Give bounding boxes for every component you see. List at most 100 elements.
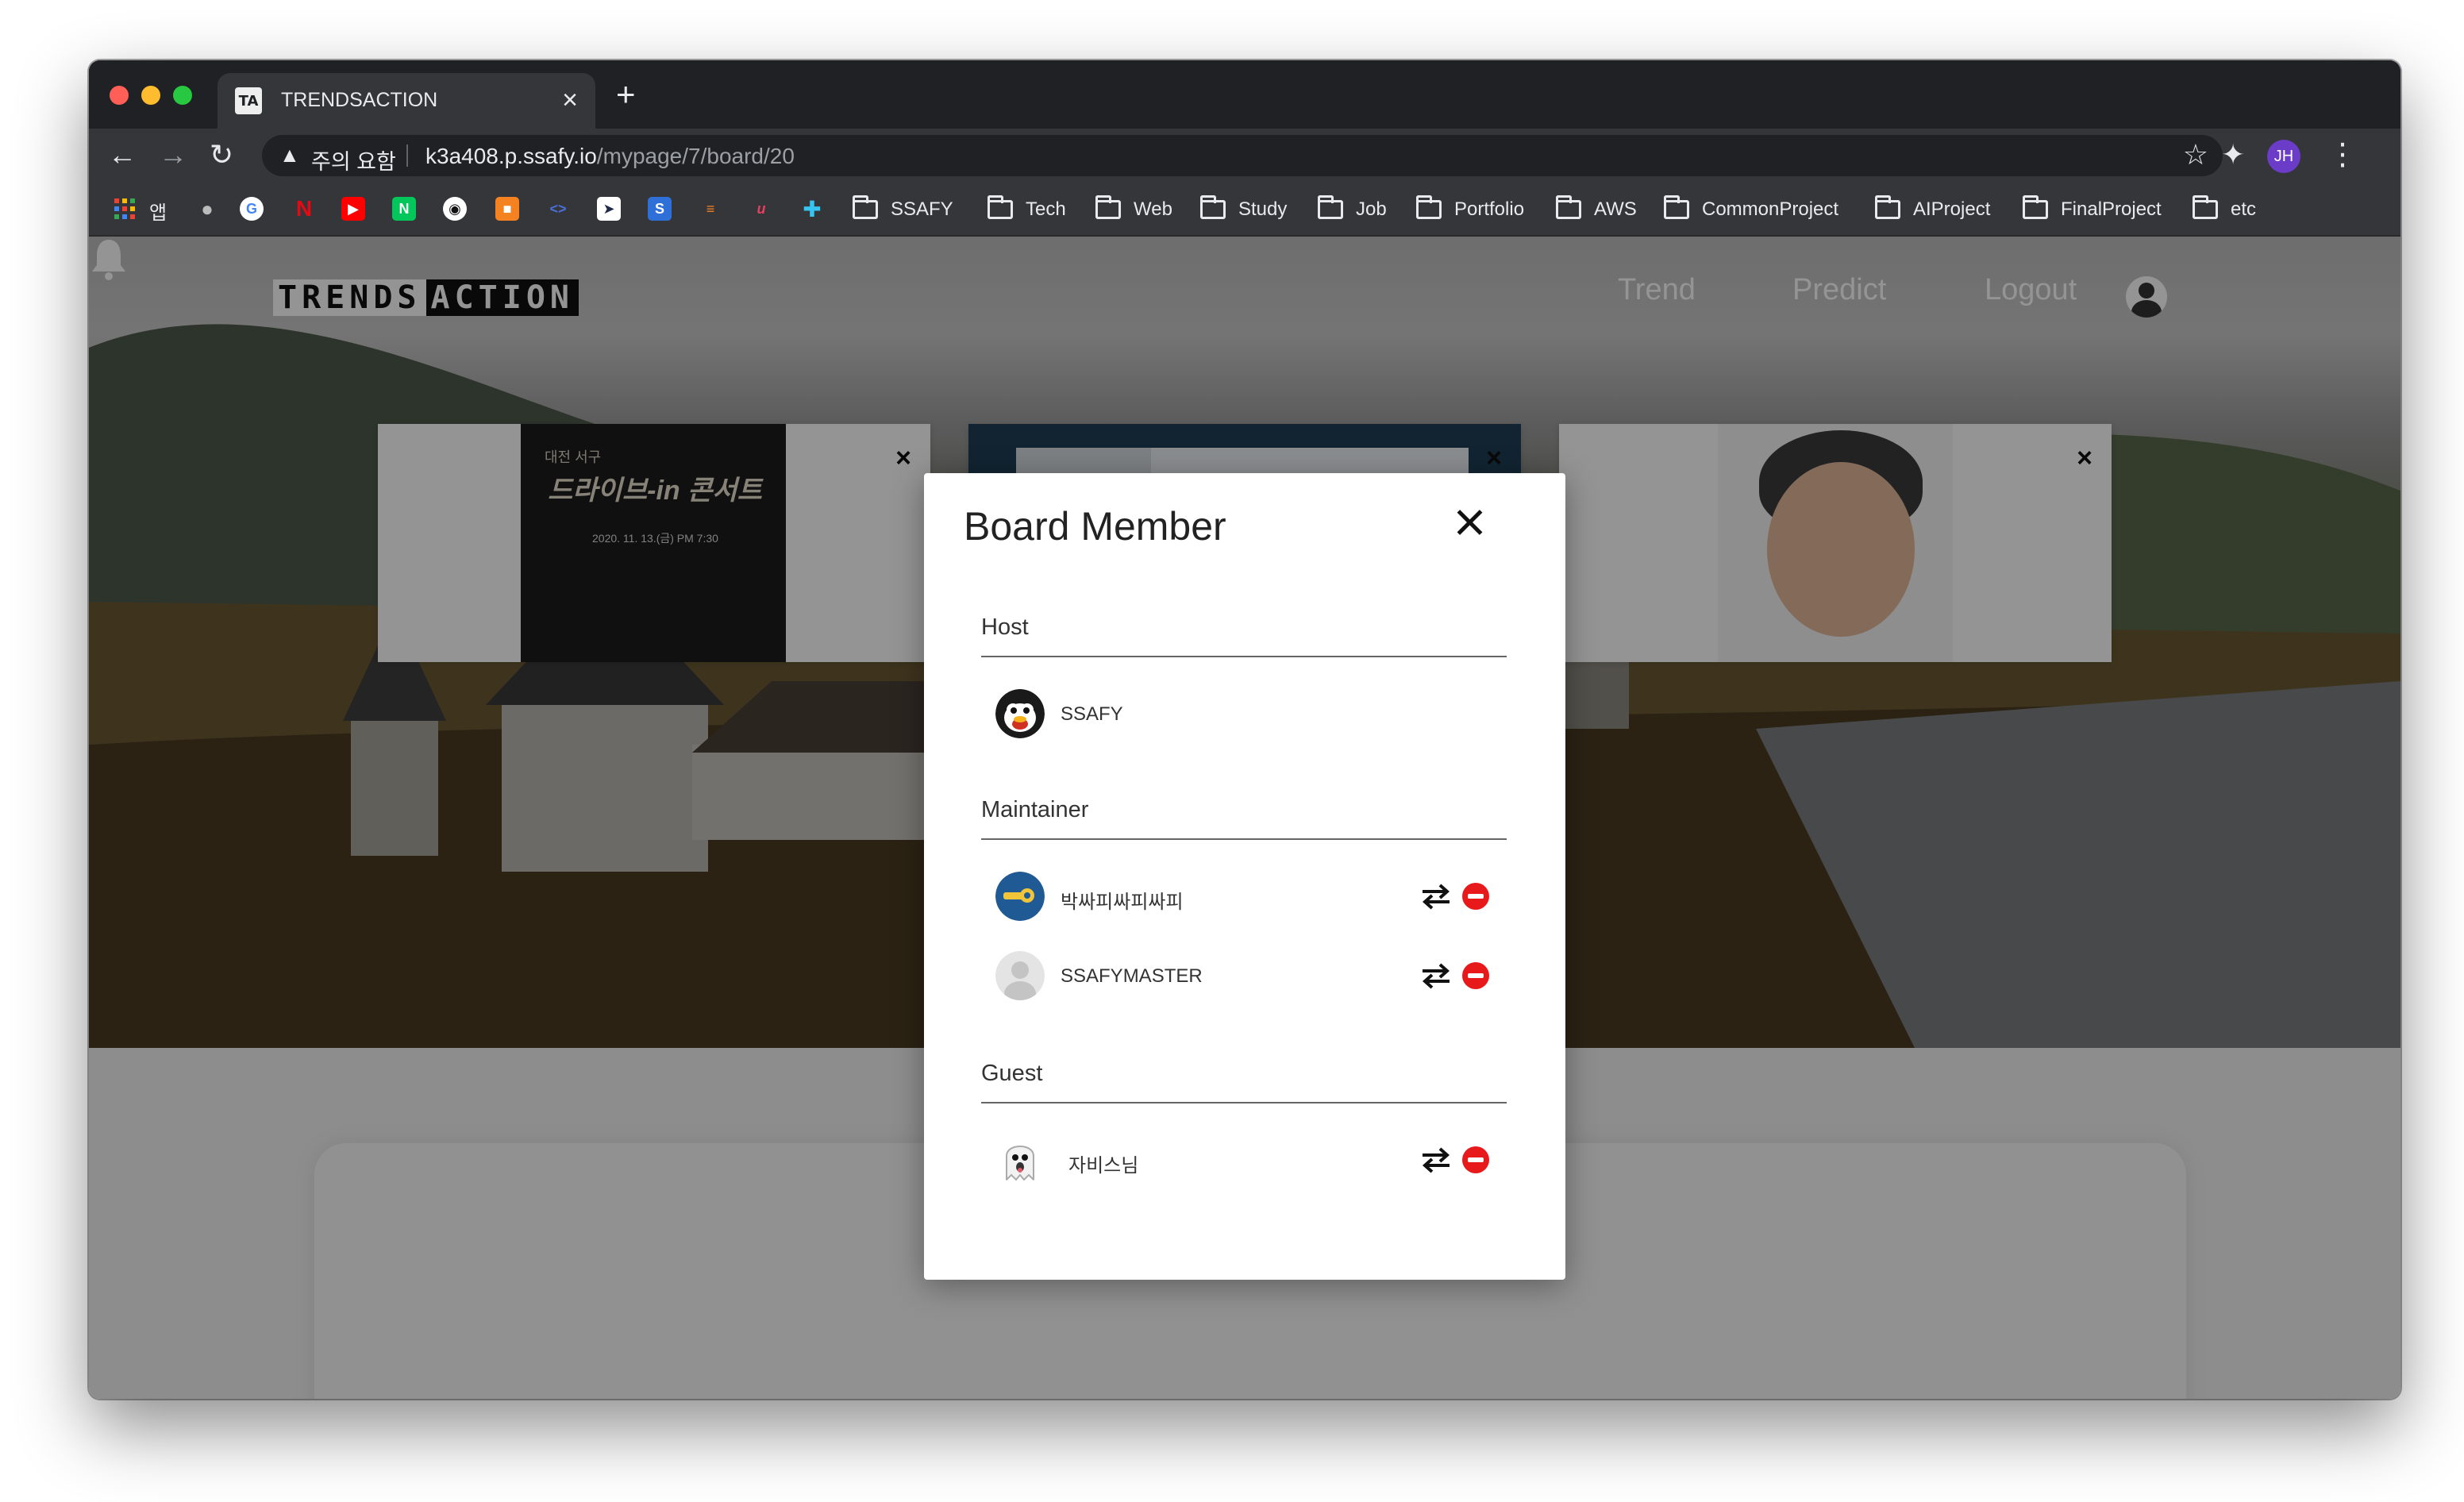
maximize-window-button[interactable] xyxy=(173,86,192,105)
folder-icon xyxy=(988,195,1013,219)
bookmark-folder-label: Web xyxy=(1134,198,1172,220)
tab-favicon-icon: TA xyxy=(235,87,262,114)
google-icon[interactable]: G xyxy=(240,197,264,221)
bookmark-folder-label: Job xyxy=(1356,198,1387,220)
bookmark-folder-label: etc xyxy=(2231,198,2257,220)
warning-triangle-icon[interactable]: ▲ xyxy=(279,143,300,168)
bookmark-folder-aws[interactable]: AWS xyxy=(1556,195,1637,223)
folder-icon xyxy=(1416,195,1442,219)
url-text[interactable]: k3a408.p.ssafy.io/mypage/7/board/20 xyxy=(425,144,795,169)
apps-grid-icon[interactable] xyxy=(113,197,137,221)
plane-icon[interactable]: ➤ xyxy=(597,197,621,221)
reload-icon[interactable]: ↻ xyxy=(210,135,233,175)
naver-icon[interactable]: N xyxy=(392,197,416,221)
bookmark-folder-label: AWS xyxy=(1594,198,1637,220)
member-name: SSAFYMASTER xyxy=(1061,965,1203,987)
youtube-icon[interactable]: ▶ xyxy=(341,197,365,221)
browser-window: TA TRENDSACTION × + ← → ↻ ▲ 주의 요함 k3a408… xyxy=(89,60,2400,1399)
folder-icon xyxy=(1095,195,1121,219)
bookmark-folder-commonproject[interactable]: CommonProject xyxy=(1664,195,1839,223)
bookmark-folder-label: CommonProject xyxy=(1702,198,1839,220)
new-tab-button[interactable]: + xyxy=(616,78,636,111)
bookmark-folder-ssafy[interactable]: SSAFY xyxy=(853,195,953,223)
blue-key-avatar-icon xyxy=(995,872,1045,921)
bookmark-folder-label: FinalProject xyxy=(2061,198,2162,220)
forward-arrow-icon[interactable]: → xyxy=(159,135,187,175)
folder-icon xyxy=(1200,195,1226,219)
security-warning-text[interactable]: 주의 요함 xyxy=(311,144,396,175)
s-app-icon[interactable]: S xyxy=(648,197,672,221)
member-row-host: SSAFY xyxy=(995,689,1507,745)
modal-title: Board Member xyxy=(964,504,1226,549)
swap-role-icon[interactable] xyxy=(1421,883,1451,910)
swap-role-icon[interactable] xyxy=(1421,962,1451,989)
u-app-icon[interactable]: u xyxy=(749,197,773,221)
bookmark-folder-label: Tech xyxy=(1026,198,1066,220)
code-icon[interactable]: <> xyxy=(546,197,570,221)
bookmark-folder-web[interactable]: Web xyxy=(1095,195,1172,223)
folder-icon xyxy=(1318,195,1343,219)
tab-title: TRENDSACTION xyxy=(281,89,438,111)
remove-member-icon[interactable] xyxy=(1462,962,1489,989)
tab-bar: TA TRENDSACTION × + xyxy=(89,60,2400,129)
bookmark-folder-label: Portfolio xyxy=(1454,198,1525,220)
guest-section-title: Guest xyxy=(981,1061,1043,1086)
bookmark-folder-label: AIProject xyxy=(1913,198,1991,220)
address-bar[interactable]: ▲ 주의 요함 k3a408.p.ssafy.io/mypage/7/board… xyxy=(262,135,2223,176)
bookmark-folder-finalproject[interactable]: FinalProject xyxy=(2023,195,2162,223)
apple-icon[interactable]: ● xyxy=(195,197,219,221)
address-separator xyxy=(406,144,408,167)
bookmark-folder-aiproject[interactable]: AIProject xyxy=(1875,195,1991,223)
bookmark-star-icon[interactable]: ☆ xyxy=(2183,138,2208,171)
folder-icon xyxy=(2023,195,2048,219)
profile-avatar[interactable]: JH xyxy=(2267,140,2300,173)
remove-member-icon[interactable] xyxy=(1462,883,1489,910)
bookmark-folder-etc[interactable]: etc xyxy=(2193,195,2257,223)
section-divider xyxy=(981,656,1507,657)
minimize-window-button[interactable] xyxy=(141,86,160,105)
default-user-avatar-icon xyxy=(995,951,1045,1000)
bookmark-folder-label: Study xyxy=(1238,198,1288,220)
board-member-modal: Board Member Host SSAFY Maintainer 박싸피싸피… xyxy=(924,473,1565,1280)
folder-icon xyxy=(1664,195,1689,219)
apps-label[interactable]: 앱 xyxy=(149,197,167,225)
url-path: /mypage/7/board/20 xyxy=(596,144,795,168)
bookmark-folder-label: SSAFY xyxy=(891,198,953,220)
bookmark-folder-tech[interactable]: Tech xyxy=(988,195,1066,223)
close-icon[interactable] xyxy=(1448,502,1492,546)
member-name: 박싸피싸피싸피 xyxy=(1061,892,1184,913)
bookmark-folder-study[interactable]: Study xyxy=(1200,195,1288,223)
browser-menu-icon[interactable]: ⋮ xyxy=(2327,135,2358,175)
bookmark-folder-job[interactable]: Job xyxy=(1318,195,1387,223)
remove-member-icon[interactable] xyxy=(1462,1146,1489,1173)
cube-icon[interactable]: ■ xyxy=(495,197,519,221)
section-divider xyxy=(981,1102,1507,1103)
extensions-puzzle-icon[interactable]: ✦ xyxy=(2221,135,2245,175)
close-window-button[interactable] xyxy=(110,86,129,105)
tab-close-button[interactable]: × xyxy=(562,84,578,116)
swap-role-icon[interactable] xyxy=(1421,1146,1451,1173)
maintainer-section-title: Maintainer xyxy=(981,797,1089,822)
section-divider xyxy=(981,838,1507,840)
member-name: 자비스님 xyxy=(1068,1155,1139,1177)
folder-icon xyxy=(853,195,878,219)
stackoverflow-icon[interactable]: ≡ xyxy=(699,197,722,221)
member-row-maintainer: SSAFYMASTER xyxy=(995,951,1507,1007)
member-row-maintainer: 박싸피싸피싸피 xyxy=(995,872,1507,927)
web-page: TRENDS ACTION Trend Predict Logout 대전 서구… xyxy=(89,237,2400,1399)
folder-icon xyxy=(1875,195,1900,219)
url-host: k3a408.p.ssafy.io xyxy=(425,144,597,168)
slack-icon[interactable]: ✚ xyxy=(800,197,824,221)
penguin-avatar-icon xyxy=(995,689,1045,738)
folder-icon xyxy=(2193,195,2218,219)
ghost-avatar-icon xyxy=(1006,1146,1034,1182)
bookmark-folder-portfolio[interactable]: Portfolio xyxy=(1416,195,1525,223)
host-section-title: Host xyxy=(981,614,1029,640)
netflix-icon[interactable]: N xyxy=(292,196,316,221)
back-arrow-icon[interactable]: ← xyxy=(108,135,137,175)
bookmarks-bar: 앱 ● G N ▶ N ◉ ■ <> ➤ S ≡ u ✚ SSAFY Tech … xyxy=(89,183,2400,237)
browser-tab[interactable]: TA TRENDSACTION × xyxy=(218,73,595,129)
folder-icon xyxy=(1556,195,1581,219)
github-icon[interactable]: ◉ xyxy=(443,197,467,221)
member-name: SSAFY xyxy=(1061,703,1123,725)
